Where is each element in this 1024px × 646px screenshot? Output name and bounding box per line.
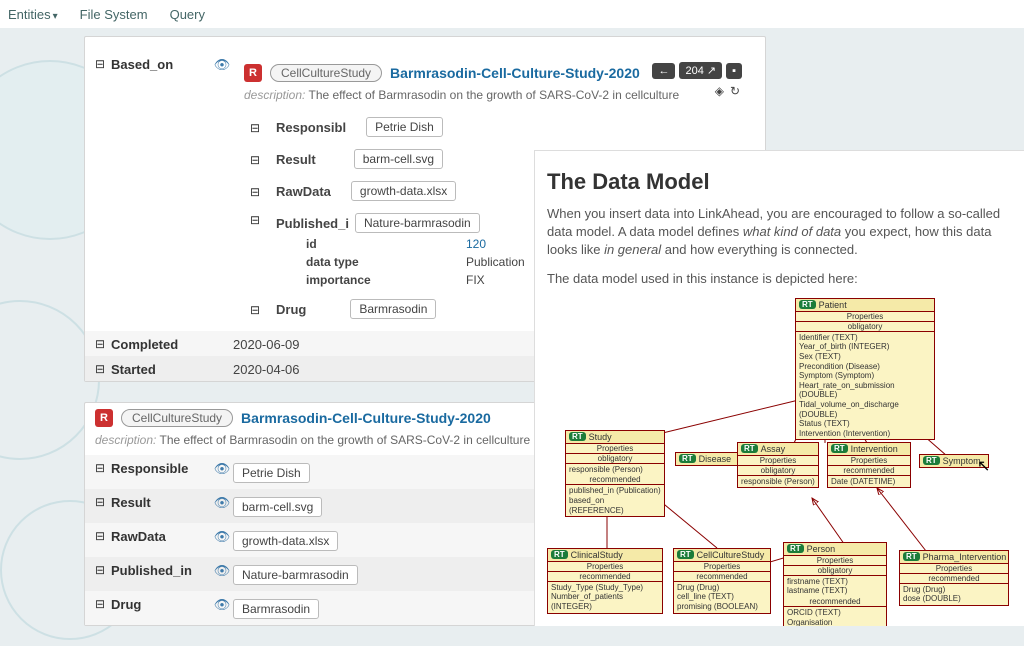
prop-label: RawData [111, 527, 211, 544]
back-button[interactable]: ← [652, 63, 675, 79]
desc-text: The effect of Barmrasodin on the growth … [309, 88, 680, 102]
prop-value-chip[interactable]: Petrie Dish [233, 463, 310, 483]
diagram-entity-assay: RTAssay Properties obligatory responsibl… [737, 442, 819, 489]
eye-icon[interactable]: 👁 [211, 55, 233, 73]
diagram-entity-cellculture: RTCellCultureStudy Properties recommende… [673, 548, 771, 614]
toggle-icon[interactable]: ⊟ [250, 119, 266, 135]
prop-started-label: Started [111, 360, 211, 377]
diagram-entity-patient: RTPatient Properties obligatory Identifi… [795, 298, 935, 441]
record-badge: R [95, 409, 113, 427]
diagram-entity-person: RTPerson Properties obligatory firstname… [783, 542, 887, 626]
prop-label: Published_in [111, 561, 211, 578]
toggle-icon[interactable]: ⊟ [95, 360, 111, 376]
toggle-icon[interactable]: ⊟ [250, 151, 266, 167]
kv-imp-value: FIX [466, 273, 485, 287]
prop-completed-label: Completed [111, 335, 211, 352]
prop-value-chip[interactable]: Barmrasodin [233, 599, 319, 619]
toggle-icon[interactable]: ⊟ [95, 595, 111, 611]
toggle-icon[interactable]: ⊟ [95, 561, 111, 577]
menu-file-system[interactable]: File System [80, 7, 148, 22]
desc-label: description: [95, 433, 156, 447]
diagram-entity-study: RTStudy Properties obligatory responsibl… [565, 430, 665, 517]
toggle-icon[interactable]: ⊟ [95, 493, 111, 509]
toggle-icon[interactable]: ⊟ [95, 55, 111, 71]
prop-value-chip[interactable]: growth-data.xlsx [233, 531, 338, 551]
prop-responsible-label: Responsibl [266, 118, 346, 137]
entity-name-link[interactable]: Barmrasodin-Cell-Culture-Study-2020 [390, 65, 640, 81]
eye-icon[interactable]: 👁 [211, 561, 233, 579]
mouse-cursor-icon: ↖ [977, 456, 990, 476]
menu-query[interactable]: Query [170, 7, 205, 22]
eye-icon[interactable]: 👁 [211, 459, 233, 477]
prop-value-chip[interactable]: Nature-barmrasodin [233, 565, 358, 585]
kv-imp-label: importance [306, 273, 466, 287]
desc-text: The effect of Barmrasodin on the growth … [160, 433, 531, 447]
prop-rawdata-label: RawData [266, 182, 331, 201]
prop-result-label: Result [266, 150, 316, 169]
chip-responsible[interactable]: Petrie Dish [366, 117, 443, 137]
desc-label: description: [244, 88, 305, 102]
prop-label: Drug [111, 595, 211, 612]
kv-dtype-label: data type [306, 255, 466, 269]
eye-icon[interactable]: 👁 [211, 527, 233, 545]
record-badge: R [244, 64, 262, 82]
panel-paragraph-2: The data model used in this instance is … [547, 270, 1014, 288]
link-count-button[interactable]: 204 ↗ [679, 62, 722, 79]
bookmark-icon[interactable]: ◈ [715, 84, 724, 98]
toggle-icon[interactable]: ⊟ [95, 527, 111, 543]
diagram-entity-pharma: RTPharma_Intervention Properties recomme… [899, 550, 1009, 606]
chip-rawdata[interactable]: growth-data.xlsx [351, 181, 456, 201]
chip-published[interactable]: Nature-barmrasodin [355, 213, 480, 233]
prop-drug-label: Drug [266, 300, 306, 319]
prop-label: Result [111, 493, 211, 510]
based-on-label: Based_on [111, 55, 211, 72]
toggle-icon[interactable]: ⊟ [250, 183, 266, 199]
eye-icon[interactable]: 👁 [211, 493, 233, 511]
kv-id-label: id [306, 237, 466, 251]
toggle-icon[interactable]: ⊟ [95, 335, 111, 351]
diagram-entity-clinical: RTClinicalStudy Properties recommended S… [547, 548, 663, 614]
panel-paragraph-1: When you insert data into LinkAhead, you… [547, 205, 1014, 260]
menu-entities[interactable]: Entities▾ [8, 7, 58, 22]
comment-button[interactable]: ▪ [726, 63, 742, 79]
kv-dtype-value: Publication [466, 255, 525, 269]
chip-drug[interactable]: Barmrasodin [350, 299, 436, 319]
caret-down-icon: ▾ [53, 11, 58, 22]
type-pill[interactable]: CellCultureStudy [121, 409, 233, 427]
kv-id-value[interactable]: 120 [466, 237, 486, 251]
entity-name-link[interactable]: Barmrasodin-Cell-Culture-Study-2020 [241, 410, 491, 426]
prop-label: Responsible [111, 459, 211, 476]
top-menu-bar: Entities▾ File System Query [0, 0, 1024, 28]
chip-result[interactable]: barm-cell.svg [354, 149, 443, 169]
toggle-icon[interactable]: ⊟ [250, 211, 266, 227]
prop-value-chip[interactable]: barm-cell.svg [233, 497, 322, 517]
diagram-entity-disease: RTDisease [675, 452, 745, 466]
data-model-panel: The Data Model When you insert data into… [534, 150, 1024, 626]
type-pill[interactable]: CellCultureStudy [270, 64, 382, 82]
prop-published-label: Published_i [266, 214, 349, 233]
history-icon[interactable]: ↻ [730, 84, 740, 98]
panel-title: The Data Model [547, 169, 1014, 195]
toggle-icon[interactable]: ⊟ [95, 459, 111, 475]
eye-icon[interactable]: 👁 [211, 595, 233, 613]
diagram-entity-intervention: RTIntervention Properties recommended Da… [827, 442, 911, 489]
toggle-icon[interactable]: ⊟ [250, 301, 266, 317]
data-model-diagram: RTPatient Properties obligatory Identifi… [547, 298, 1014, 626]
